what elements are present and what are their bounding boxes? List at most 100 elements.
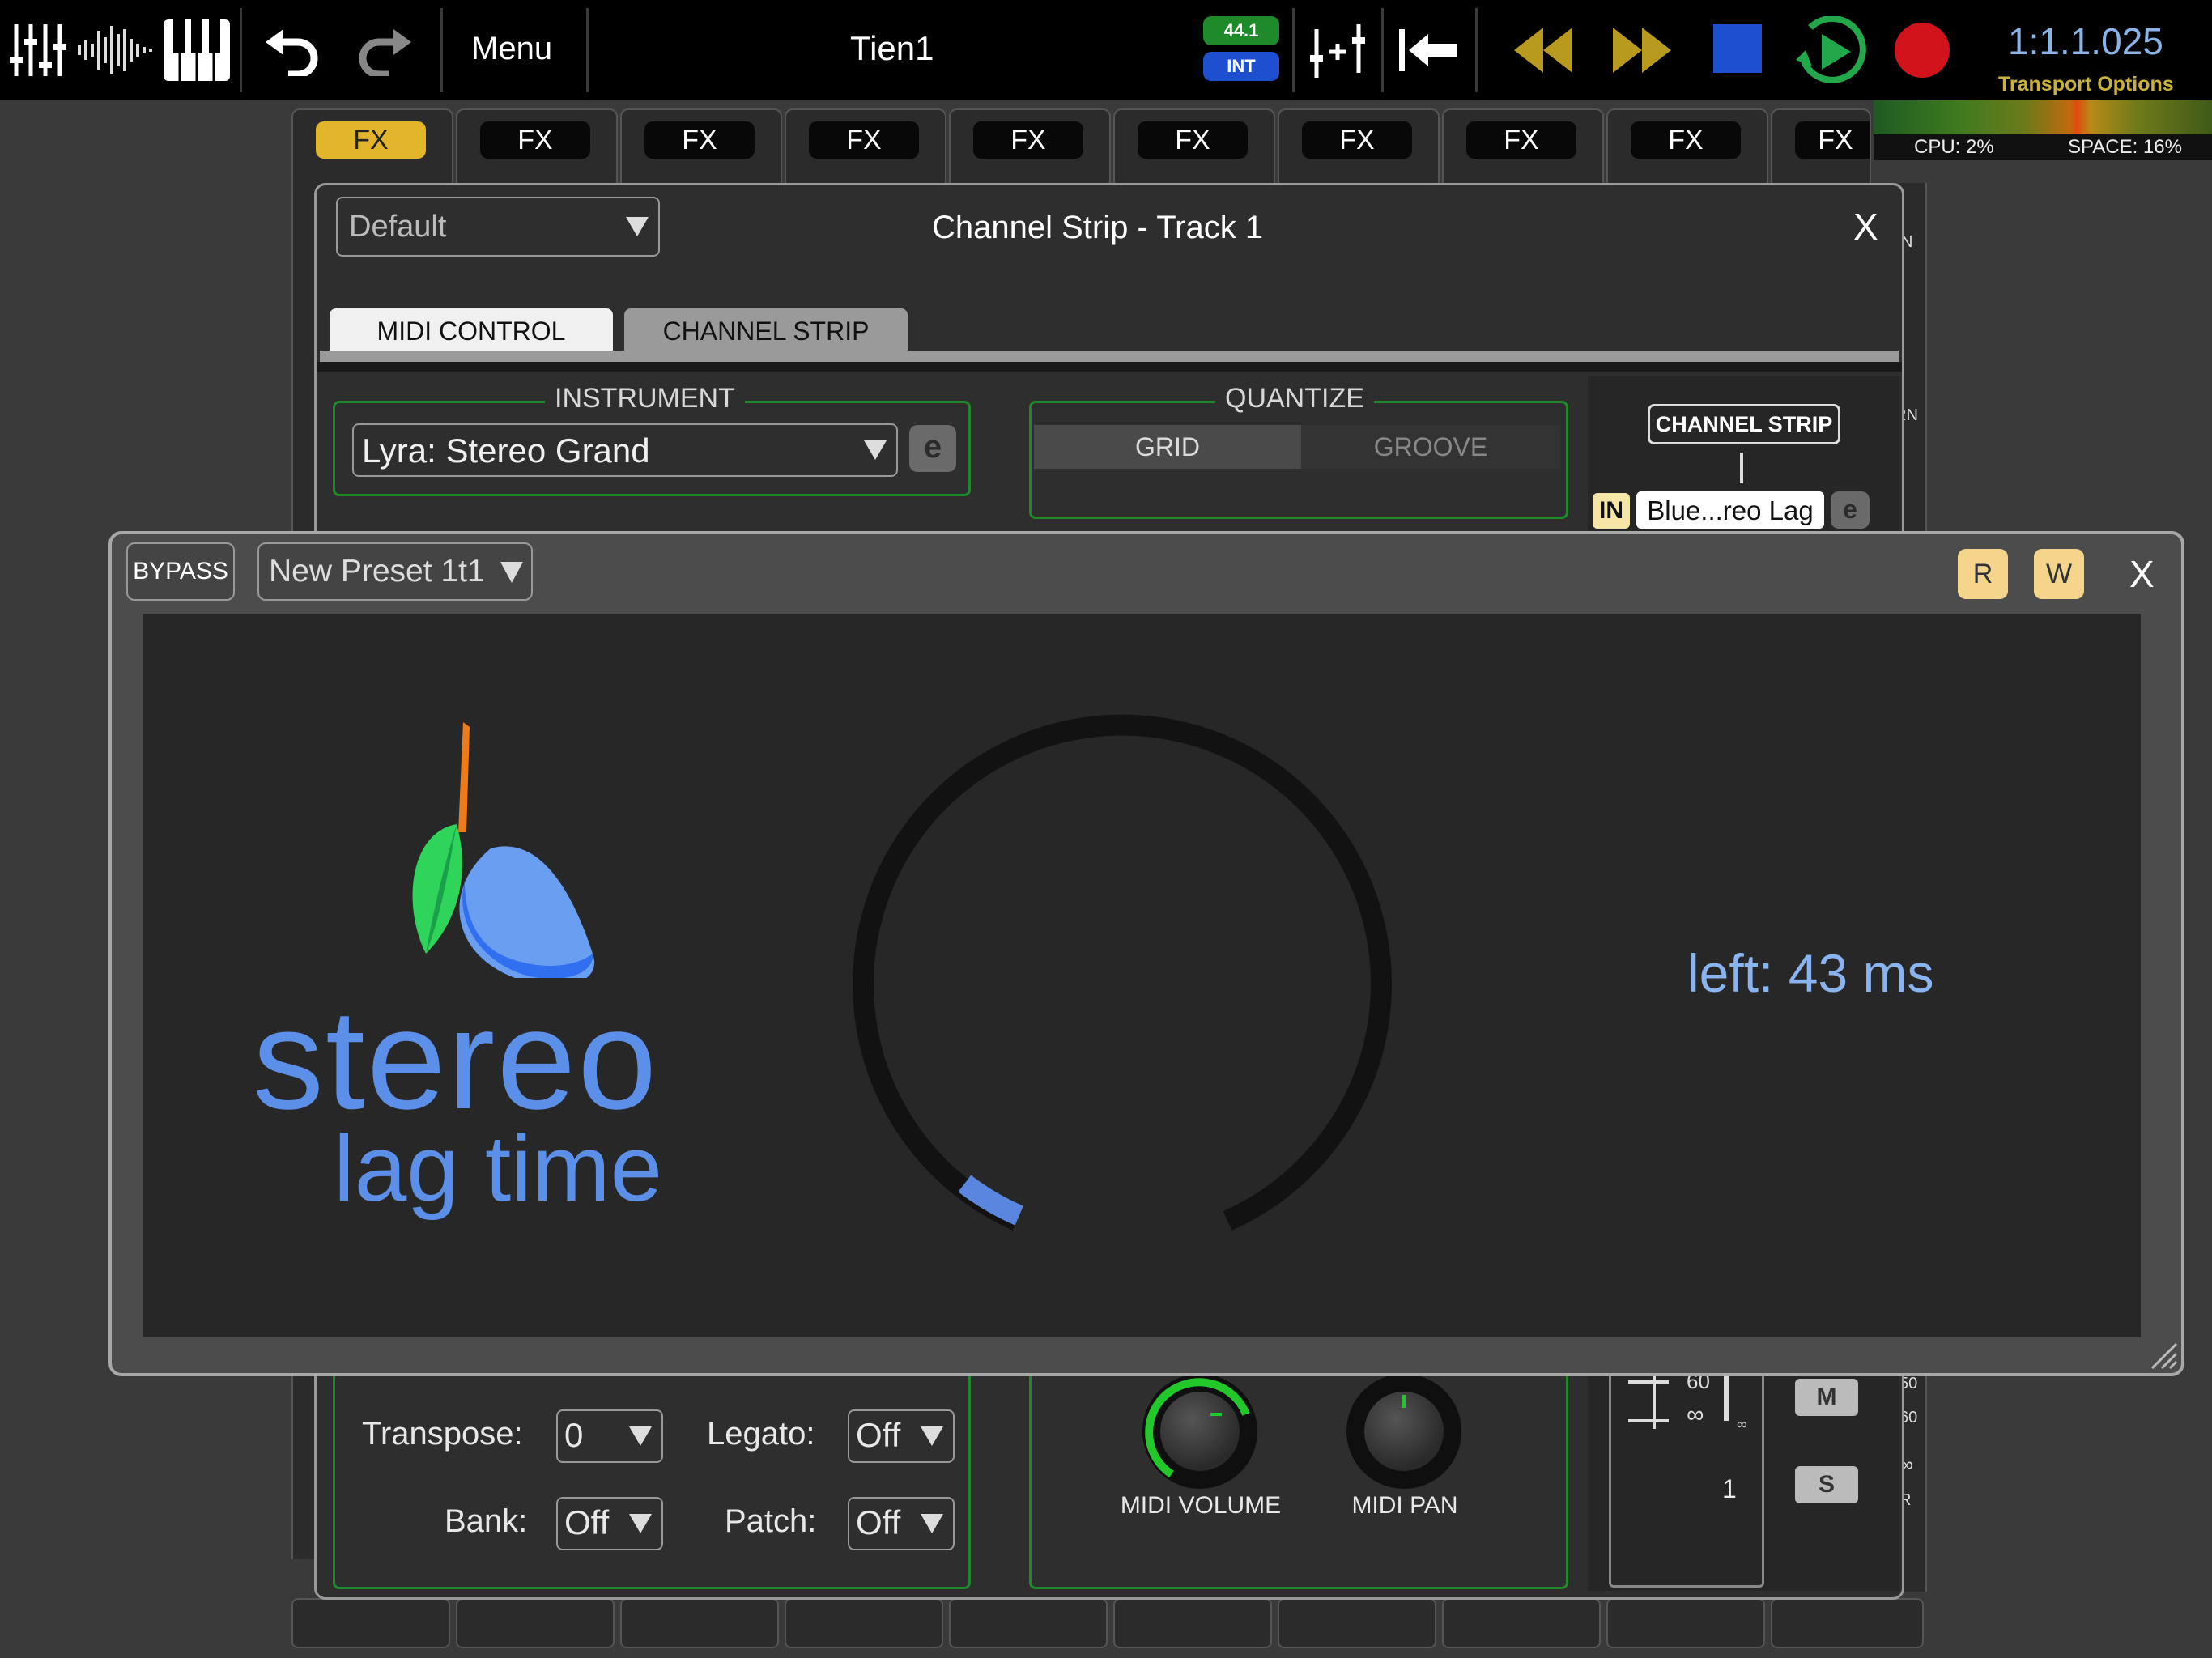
fx-button[interactable]: FX [1795,121,1870,159]
empty-slot[interactable] [785,1598,943,1648]
record-button[interactable] [1895,23,1950,78]
tab-channel-strip[interactable]: CHANNEL STRIP [624,308,908,351]
space-readout: SPACE: 16% [2068,136,2182,158]
transport-options-button[interactable]: Transport Options [1998,73,2174,96]
blue-plum-with-green-leaf-icon [412,722,594,978]
menu-button[interactable]: Menu [471,31,552,67]
legato-value: Off [856,1416,901,1454]
bank-label: Bank: [445,1503,528,1539]
patch-dropdown[interactable]: Off [848,1497,955,1550]
empty-slot[interactable] [291,1598,450,1648]
fx-button[interactable]: FX [809,121,919,159]
tab-midi-control[interactable]: MIDI CONTROL [330,308,613,351]
window-title: Channel Strip - Track 1 [932,210,1264,245]
plugin-close-button[interactable]: X [2129,552,2155,596]
fx-slot: FX [949,108,1111,189]
chevron-down-icon [921,1426,943,1446]
fx-slot: FX [456,108,618,189]
write-automation-button[interactable]: W [2034,549,2084,599]
tab-grid[interactable]: GRID [1034,425,1301,469]
stop-button[interactable] [1713,24,1762,73]
mute-button[interactable]: M [1795,1379,1858,1416]
fx-slot: FX [1771,108,1871,189]
transpose-dropdown[interactable]: 0 [556,1409,663,1463]
empty-slot[interactable] [1113,1598,1272,1648]
fx-slot: FX [620,108,782,189]
mixer-icon[interactable] [6,19,68,81]
dial-track [853,714,1392,1231]
empty-slot[interactable] [456,1598,615,1648]
fx-button[interactable]: FX [644,121,755,159]
redo-icon[interactable] [356,28,413,76]
tab-underline [320,351,1899,362]
fx-button[interactable]: FX [316,121,426,159]
empty-slot[interactable] [1606,1598,1765,1648]
return-to-start-icon[interactable] [1397,28,1459,73]
empty-slot[interactable] [1442,1598,1601,1648]
fx-slot: FX [1442,108,1604,189]
fx-slot: FX [785,108,946,189]
level-meter-bar [1874,100,2212,134]
in-badge[interactable]: IN [1593,493,1630,529]
plugin-preset-dropdown[interactable]: New Preset 1t1 [257,542,533,601]
bypass-button[interactable]: BYPASS [126,542,235,601]
rewind-icon[interactable] [1512,26,1574,74]
legato-label: Legato: [707,1416,815,1452]
fx-button[interactable]: FX [1631,121,1741,159]
empty-slot[interactable] [949,1598,1108,1648]
position-readout[interactable]: 1:1.1.025 [2008,19,2163,63]
bank-value: Off [564,1503,610,1541]
clock-source-badge[interactable]: INT [1203,52,1279,81]
fx-button[interactable]: FX [1138,121,1248,159]
empty-slot[interactable] [620,1598,779,1648]
knob-indicator [1210,1413,1222,1416]
fader-track[interactable] [1653,1372,1656,1429]
transpose-value: 0 [564,1416,584,1454]
waveform-icon[interactable] [76,21,154,79]
piano-keyboard-icon[interactable] [162,18,232,83]
instrument-edit-button[interactable]: e [909,425,956,472]
plugin-window: BYPASS New Preset 1t1 R W X stereo lag t… [108,531,2184,1376]
solo-button[interactable]: S [1795,1466,1858,1503]
fx-button[interactable]: FX [973,121,1083,159]
sample-rate-badge[interactable]: 44.1 [1203,16,1279,45]
tab-groove[interactable]: GROOVE [1301,425,1560,469]
fx-slot: FX [1278,108,1440,189]
fader-tick [1628,1419,1669,1422]
channel-strip-header[interactable]: CHANNEL STRIP [1648,404,1840,444]
empty-slot[interactable] [1278,1598,1436,1648]
plugin-edit-button[interactable]: e [1831,491,1870,529]
top-toolbar: Menu Tien1 44.1 INT 1:1.1.025 Transport … [0,0,2212,100]
logo-line2: lag time [334,1116,663,1221]
channel-preset-dropdown[interactable]: Default [336,197,660,257]
quantize-title: QUANTIZE [1215,383,1374,414]
plugin-slot[interactable]: Blue...reo Lag [1636,491,1824,529]
fx-button[interactable]: FX [480,121,590,159]
midi-volume-label: MIDI VOLUME [1120,1492,1282,1519]
close-button[interactable]: X [1853,205,1878,249]
patch-value: Off [856,1503,901,1541]
legato-dropdown[interactable]: Off [848,1409,955,1463]
fx-button[interactable]: FX [1466,121,1576,159]
fader-edit-icon[interactable] [1307,23,1368,79]
fast-forward-icon[interactable] [1611,26,1673,74]
resize-grip-icon[interactable] [2146,1337,2178,1370]
instrument-dropdown[interactable]: Lyra: Stereo Grand [352,423,898,477]
midi-pan-label: MIDI PAN [1351,1492,1458,1519]
lag-time-dial[interactable] [839,695,1406,1261]
dial-value-arc [958,1175,1024,1226]
undo-icon[interactable] [264,28,321,76]
bank-dropdown[interactable]: Off [556,1497,663,1550]
channel-preset-value: Default [349,210,447,244]
chevron-down-icon [629,1426,652,1446]
chevron-down-icon [921,1514,943,1533]
play-icon[interactable] [1794,16,1867,86]
chevron-down-icon [500,562,523,583]
patch-label: Patch: [725,1503,817,1539]
divider [317,362,1902,372]
fx-slot: FX [1113,108,1275,189]
read-automation-button[interactable]: R [1958,549,2008,599]
empty-slot[interactable] [1771,1598,1924,1648]
fx-button[interactable]: FX [1302,121,1412,159]
transpose-label: Transpose: [362,1416,523,1452]
